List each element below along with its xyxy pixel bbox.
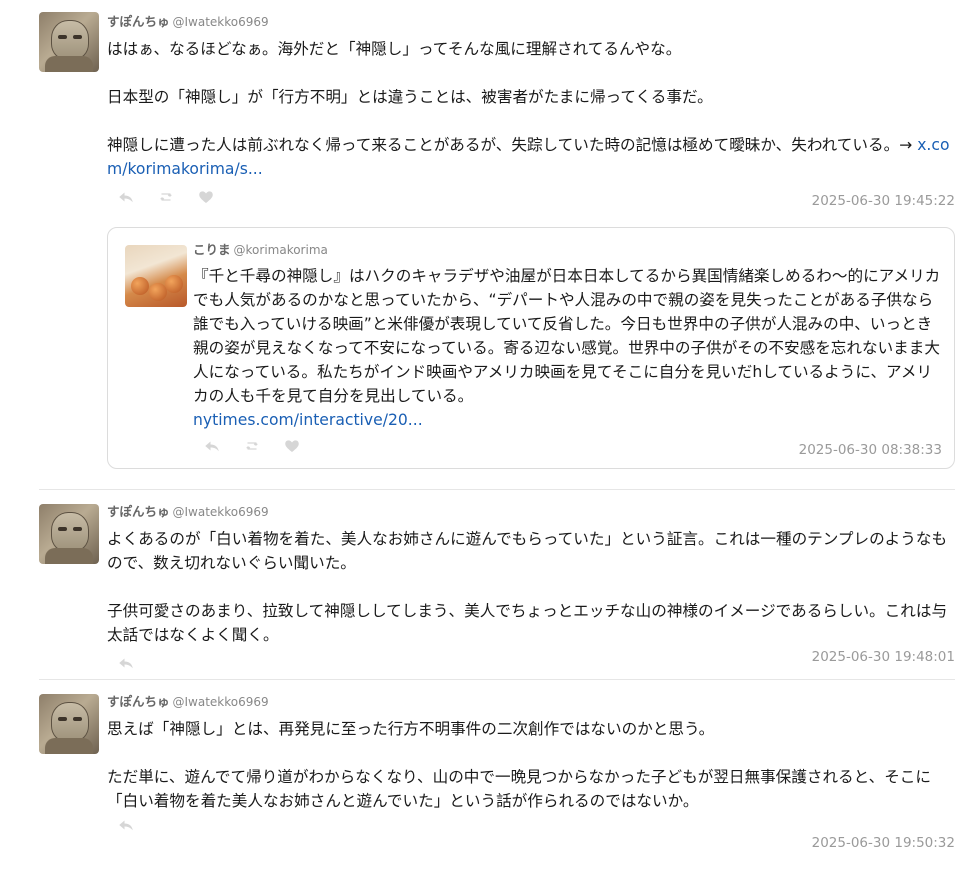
user-name[interactable]: こりま: [193, 240, 231, 260]
quote-link-line: nytimes.com/interactive/20...: [193, 408, 942, 432]
reply-icon[interactable]: [117, 816, 135, 834]
post-text: 子供可愛さのあまり、拉致して神隠ししてしまう、美人でちょっとエッチな山の神様のイ…: [107, 602, 948, 644]
avatar[interactable]: [39, 694, 99, 754]
post-text: 神隠しに遭った人は前ぶれなく帰って来ることがあるが、失踪していた時の記憶は極めて…: [107, 136, 950, 178]
post: すぽんちゅ @Iwatekko6969 よくあるのが「白い着物を着た、美人なお姉…: [0, 502, 965, 675]
avatar[interactable]: [39, 504, 99, 564]
quoted-post[interactable]: こりま @korimakorima 『千と千尋の神隠し』はハクのキャラデザや油屋…: [107, 227, 955, 469]
heart-icon[interactable]: [283, 437, 301, 455]
post-timestamp[interactable]: 2025-06-30 19:50:32: [812, 835, 955, 851]
post-text: 思えば「神隠し」とは、再発見に至った行方不明事件の二次創作ではないのかと思う。: [107, 720, 715, 738]
heart-icon[interactable]: [197, 188, 215, 206]
user-name[interactable]: すぽんちゅ: [107, 12, 170, 32]
post-timestamp[interactable]: 2025-06-30 19:45:22: [812, 193, 955, 209]
reply-icon[interactable]: [203, 437, 221, 455]
post: すぽんちゅ @Iwatekko6969 思えば「神隠し」とは、再発見に至った行方…: [0, 692, 965, 851]
user-name[interactable]: すぽんちゅ: [107, 692, 170, 712]
avatar[interactable]: [39, 12, 99, 72]
post-header: すぽんちゅ @Iwatekko6969: [107, 692, 955, 712]
quote-text: 『千と千尋の神隠し』はハクのキャラデザや油屋が日本日本してるから異国情緒楽しめる…: [193, 267, 941, 405]
timeline-feed: すぽんちゅ @Iwatekko6969 ははぁ、なるほどなぁ。海外だと「神隠し」…: [0, 12, 965, 851]
reply-icon[interactable]: [117, 188, 135, 206]
post-header: すぽんちゅ @Iwatekko6969: [107, 12, 955, 32]
post-timestamp[interactable]: 2025-06-30 08:38:33: [799, 442, 942, 458]
user-name[interactable]: すぽんちゅ: [107, 502, 170, 522]
post-actions: [107, 813, 955, 837]
user-handle[interactable]: @Iwatekko6969: [173, 692, 269, 712]
user-handle[interactable]: @korimakorima: [234, 240, 328, 260]
repost-icon[interactable]: [157, 188, 175, 206]
post-header: すぽんちゅ @Iwatekko6969: [107, 502, 955, 522]
user-handle[interactable]: @Iwatekko6969: [173, 12, 269, 32]
post-text: ははぁ、なるほどなぁ。海外だと「神隠し」ってそんな風に理解されてるんやな。: [107, 40, 682, 58]
repost-icon[interactable]: [243, 437, 261, 455]
post-text: よくあるのが「白い着物を着た、美人なお姉さんに遊んでもらっていた」という証言。こ…: [107, 530, 948, 572]
reply-icon[interactable]: [117, 654, 135, 672]
post-divider: [39, 489, 955, 490]
post-text: 日本型の「神隠し」が「行方不明」とは違うことは、被害者がたまに帰ってくる事だ。: [107, 88, 713, 106]
user-handle[interactable]: @Iwatekko6969: [173, 502, 269, 522]
quote-link[interactable]: nytimes.com/interactive/20...: [193, 411, 423, 429]
post: すぽんちゅ @Iwatekko6969 ははぁ、なるほどなぁ。海外だと「神隠し」…: [0, 12, 965, 209]
avatar[interactable]: [125, 245, 187, 307]
post-header: こりま @korimakorima: [193, 240, 942, 260]
post-timestamp[interactable]: 2025-06-30 19:48:01: [812, 649, 955, 665]
post-divider: [39, 679, 955, 680]
post-text: ただ単に、遊んでて帰り道がわからなくなり、山の中で一晩見つからなかった子どもが翌…: [107, 768, 931, 810]
